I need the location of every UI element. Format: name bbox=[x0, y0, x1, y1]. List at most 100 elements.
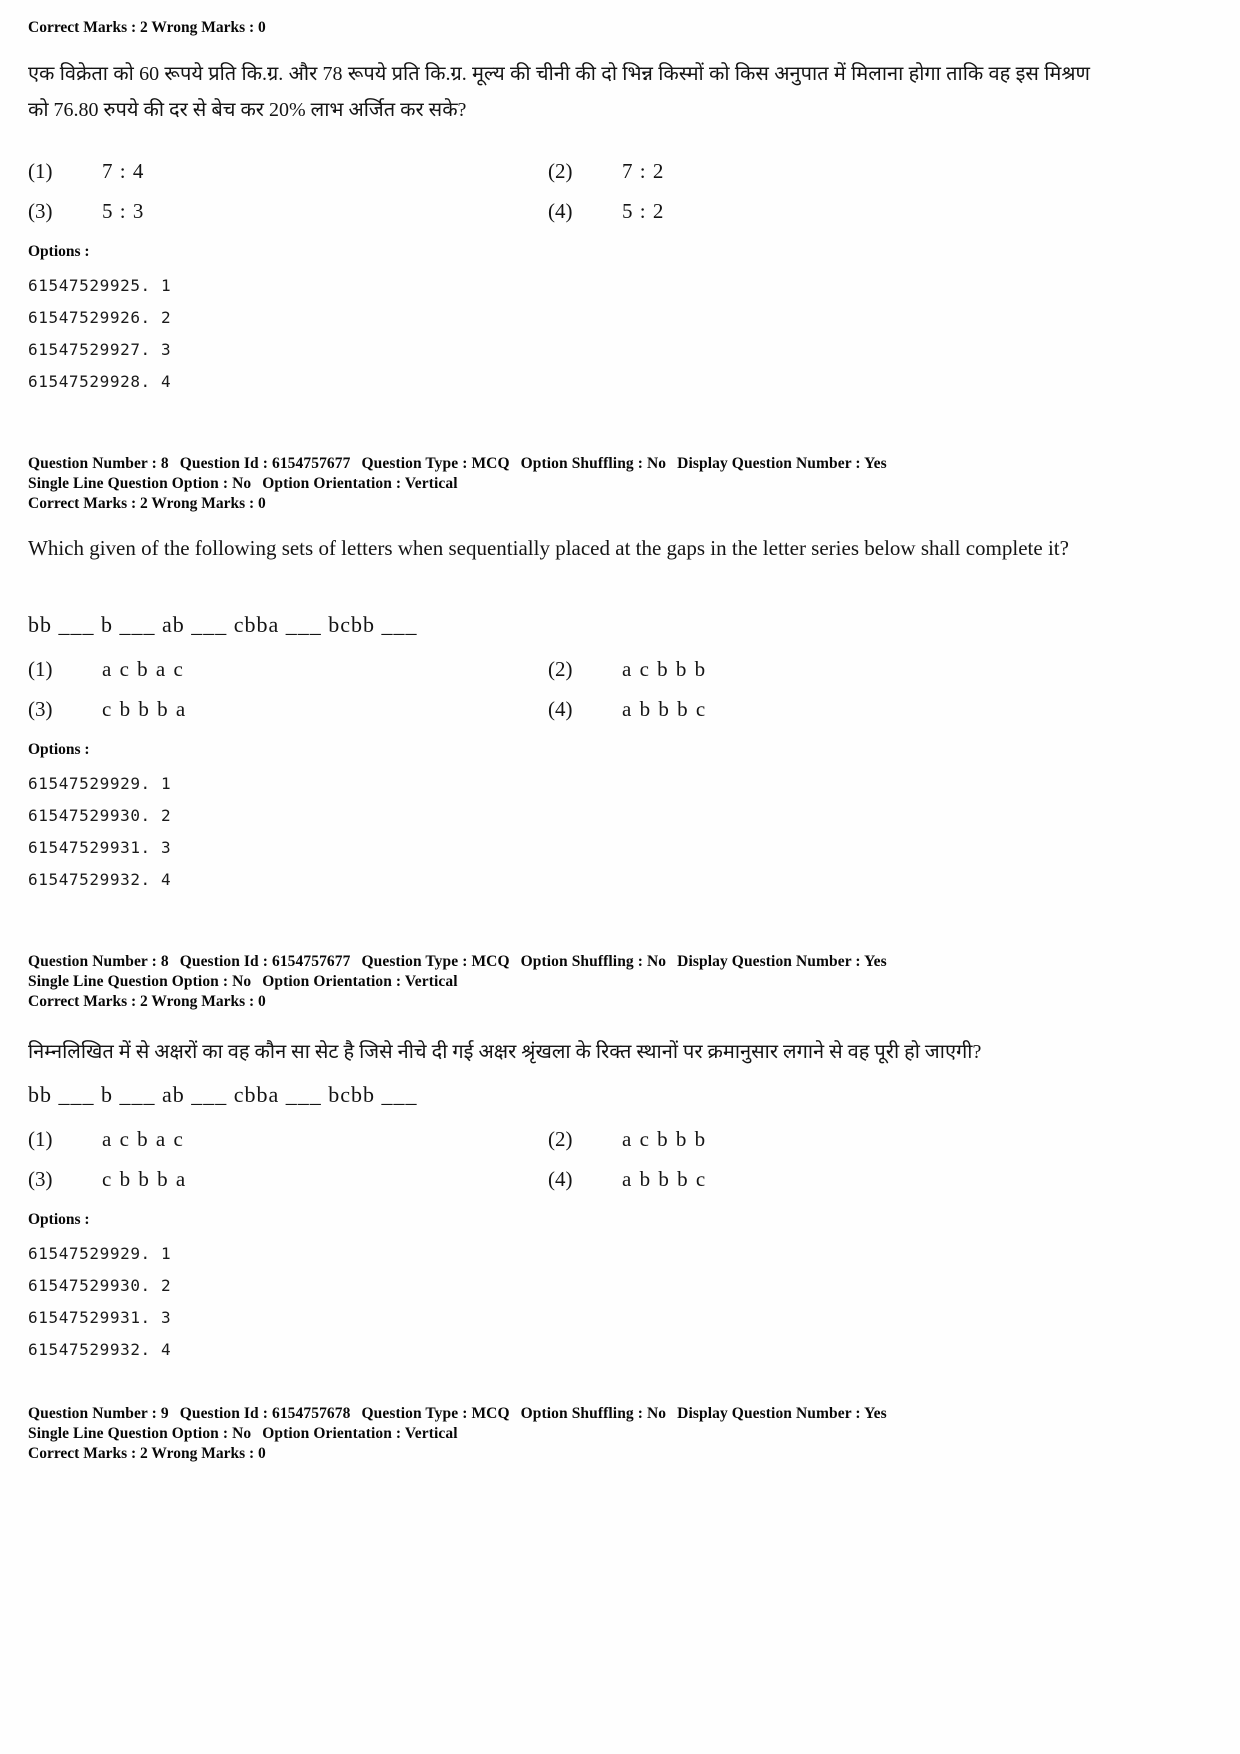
question-block-q8-english: Question Number : 8 Question Id : 615475… bbox=[28, 454, 1090, 896]
question-meta-line-1: Question Number : 9 Question Id : 615475… bbox=[28, 1404, 1090, 1424]
question-type-label: Question Type : bbox=[361, 953, 468, 970]
choice-number: (3) bbox=[28, 1167, 53, 1191]
letter-series: bb ___ b ___ ab ___ cbba ___ bcbb ___ bbox=[28, 612, 418, 637]
option-orientation-label: Option Orientation : bbox=[262, 1425, 402, 1442]
choice-option-1[interactable]: (1) 7 : 4 bbox=[28, 156, 548, 186]
question-block-q8-hindi: Question Number : 8 Question Id : 615475… bbox=[28, 952, 1090, 1366]
choice-number: (2) bbox=[548, 1127, 573, 1151]
choice-option-3[interactable]: (3) c b b b a bbox=[28, 1164, 548, 1194]
choice-number: (4) bbox=[548, 199, 573, 223]
option-id-row: 61547529929. 1 bbox=[28, 1244, 172, 1263]
choice-option-1[interactable]: (1) a c b a c bbox=[28, 1124, 548, 1154]
choice-option-3[interactable]: (3) c b b b a bbox=[28, 694, 548, 724]
choice-option-4[interactable]: (4) a b b b c bbox=[548, 1164, 1068, 1194]
question-meta-line-2: Single Line Question Option : No Option … bbox=[28, 1424, 1090, 1444]
letter-series: bb ___ b ___ ab ___ cbba ___ bcbb ___ bbox=[28, 1082, 418, 1107]
wrong-marks-value: 0 bbox=[258, 1445, 266, 1462]
choice-option-2[interactable]: (2) a c b b b bbox=[548, 654, 1068, 684]
option-shuffling-label: Option Shuffling : bbox=[520, 953, 644, 970]
choice-value: c b b b a bbox=[102, 1167, 187, 1191]
question-number-value: 8 bbox=[160, 455, 169, 472]
option-shuffling-value: No bbox=[647, 953, 667, 970]
display-question-number-label: Display Question Number : bbox=[677, 455, 861, 472]
choice-option-4[interactable]: (4) a b b b c bbox=[548, 694, 1068, 724]
option-shuffling-label: Option Shuffling : bbox=[520, 455, 644, 472]
option-id-row: 61547529928. 4 bbox=[28, 372, 172, 391]
choice-option-2[interactable]: (2) a c b b b bbox=[548, 1124, 1068, 1154]
choice-number: (1) bbox=[28, 159, 53, 183]
correct-marks-value: 2 bbox=[140, 495, 148, 512]
choice-value: a c b a c bbox=[102, 1127, 185, 1151]
option-shuffling-value: No bbox=[647, 455, 667, 472]
choice-option-2[interactable]: (2) 7 : 2 bbox=[548, 156, 1068, 186]
question-text: निम्नलिखित में से अक्षरों का वह कौन सा स… bbox=[28, 1041, 982, 1063]
wrong-marks-label: Wrong Marks : bbox=[151, 19, 255, 36]
display-question-number-value: Yes bbox=[864, 1405, 887, 1422]
marks-line: Correct Marks : 2 Wrong Marks : 0 bbox=[28, 1444, 1090, 1464]
question-type-label: Question Type : bbox=[361, 1405, 468, 1422]
option-id-row: 61547529930. 2 bbox=[28, 806, 172, 825]
choice-value: a c b b b bbox=[622, 1127, 707, 1151]
wrong-marks-value: 0 bbox=[258, 19, 266, 36]
choice-option-4[interactable]: (4) 5 : 2 bbox=[548, 196, 1068, 226]
correct-marks-value: 2 bbox=[140, 1445, 148, 1462]
correct-marks-label: Correct Marks : bbox=[28, 993, 137, 1010]
document-page: Correct Marks : 2 Wrong Marks : 0 एक विक… bbox=[0, 0, 1240, 1754]
question-text: Which given of the following sets of let… bbox=[28, 536, 1069, 560]
choice-grid: (1) a c b a c (2) a c b b b (3) c b b b … bbox=[28, 1124, 1090, 1194]
display-question-number-label: Display Question Number : bbox=[677, 1405, 861, 1422]
choice-grid: (1) 7 : 4 (2) 7 : 2 (3) 5 : 3 (4) 5 : 2 bbox=[28, 156, 1090, 226]
option-id-row: 61547529929. 1 bbox=[28, 774, 172, 793]
choice-value: 5 : 3 bbox=[102, 199, 145, 223]
wrong-marks-value: 0 bbox=[258, 993, 266, 1010]
option-id-row: 61547529932. 4 bbox=[28, 870, 172, 889]
choice-option-1[interactable]: (1) a c b a c bbox=[28, 654, 548, 684]
choice-number: (2) bbox=[548, 657, 573, 681]
single-line-question-option-value: No bbox=[232, 973, 252, 990]
option-id-row: 61547529931. 3 bbox=[28, 838, 172, 857]
marks-line: Correct Marks : 2 Wrong Marks : 0 bbox=[28, 992, 1090, 1012]
question-type-label: Question Type : bbox=[361, 455, 468, 472]
correct-marks-label: Correct Marks : bbox=[28, 1445, 137, 1462]
option-orientation-value: Vertical bbox=[404, 475, 458, 492]
question-meta-line-2: Single Line Question Option : No Option … bbox=[28, 972, 1090, 992]
question-id-label: Question Id : bbox=[179, 953, 268, 970]
option-shuffling-label: Option Shuffling : bbox=[520, 1405, 644, 1422]
marks-line: Correct Marks : 2 Wrong Marks : 0 bbox=[28, 18, 1090, 38]
question-type-value: MCQ bbox=[471, 1405, 510, 1422]
question-text: एक विक्रेता को 60 रूपये प्रति कि.ग्र. और… bbox=[28, 63, 1090, 121]
choice-number: (2) bbox=[548, 159, 573, 183]
option-id-row: 61547529926. 2 bbox=[28, 308, 172, 327]
option-id-row: 61547529930. 2 bbox=[28, 1276, 172, 1295]
choice-value: a c b b b bbox=[622, 657, 707, 681]
option-orientation-value: Vertical bbox=[404, 1425, 458, 1442]
marks-line: Correct Marks : 2 Wrong Marks : 0 bbox=[28, 494, 1090, 514]
choice-grid: (1) a c b a c (2) a c b b b (3) c b b b … bbox=[28, 654, 1090, 724]
question-id-label: Question Id : bbox=[179, 1405, 268, 1422]
question-number-label: Question Number : bbox=[28, 1405, 157, 1422]
choice-value: c b b b a bbox=[102, 697, 187, 721]
option-orientation-label: Option Orientation : bbox=[262, 973, 402, 990]
option-orientation-label: Option Orientation : bbox=[262, 475, 402, 492]
question-block-q7-hindi: Correct Marks : 2 Wrong Marks : 0 एक विक… bbox=[28, 18, 1090, 398]
choice-number: (1) bbox=[28, 657, 53, 681]
choice-option-3[interactable]: (3) 5 : 3 bbox=[28, 196, 548, 226]
options-label: Options : bbox=[28, 1211, 90, 1228]
display-question-number-label: Display Question Number : bbox=[677, 953, 861, 970]
wrong-marks-label: Wrong Marks : bbox=[151, 993, 255, 1010]
option-shuffling-value: No bbox=[647, 1405, 667, 1422]
question-number-value: 9 bbox=[160, 1405, 169, 1422]
option-id-row: 61547529931. 3 bbox=[28, 1308, 172, 1327]
choice-value: 7 : 2 bbox=[622, 159, 665, 183]
option-id-row: 61547529932. 4 bbox=[28, 1340, 172, 1359]
question-meta-line-2: Single Line Question Option : No Option … bbox=[28, 474, 1090, 494]
choice-value: a b b b c bbox=[622, 1167, 707, 1191]
single-line-question-option-value: No bbox=[232, 475, 252, 492]
question-id-value: 6154757677 bbox=[271, 953, 351, 970]
display-question-number-value: Yes bbox=[864, 953, 887, 970]
option-orientation-value: Vertical bbox=[404, 973, 458, 990]
choice-number: (1) bbox=[28, 1127, 53, 1151]
single-line-question-option-value: No bbox=[232, 1425, 252, 1442]
wrong-marks-label: Wrong Marks : bbox=[151, 1445, 255, 1462]
single-line-question-option-label: Single Line Question Option : bbox=[28, 973, 229, 990]
